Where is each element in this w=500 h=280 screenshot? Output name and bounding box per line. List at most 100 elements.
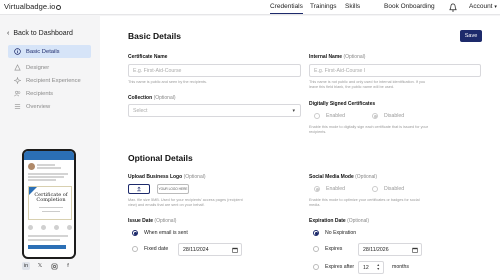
certificate-thumbnail: Certificate of Completion <box>28 186 72 220</box>
expires-date-value: 28/11/2026 <box>363 246 389 253</box>
label-text: Issue Date <box>128 218 154 224</box>
radio-icon <box>314 113 320 119</box>
radio-icon <box>313 230 319 236</box>
calendar-icon[interactable] <box>232 247 238 253</box>
collection-select-value: Select <box>133 107 148 114</box>
avatar <box>28 163 35 170</box>
issue-fixed-date-option[interactable]: Fixed date <box>132 246 168 252</box>
expires-after-value: 12 <box>363 264 369 271</box>
sparkle-icon <box>14 77 21 84</box>
label-text: Internal Name <box>309 54 343 60</box>
tab-skills[interactable]: Skills <box>345 3 360 10</box>
digital-sign-disabled-option[interactable]: Disabled <box>372 113 404 119</box>
option-label: Disabled <box>384 113 405 119</box>
preview-text-line <box>28 173 68 175</box>
sidebar-item-label: Designer <box>26 64 50 71</box>
account-menu[interactable]: Account ▾ <box>469 3 497 10</box>
optional-tag: (Optional) <box>343 54 366 60</box>
upload-logo-button[interactable] <box>128 184 150 194</box>
expiration-date-label: Expiration Date (Optional) <box>309 218 369 224</box>
certificate-name-label: Certificate Name <box>128 54 167 60</box>
back-label: Back to Dashboard <box>13 30 73 37</box>
radio-icon <box>372 113 378 119</box>
preview-platform-switcher: in 𝕏 f <box>22 262 72 270</box>
tab-trainings[interactable]: Trainings <box>310 3 337 10</box>
expires-date-input[interactable]: 28/11/2026 <box>358 243 422 256</box>
optional-tag: (Optional) <box>355 174 378 180</box>
expires-after-input[interactable]: 12 ▲ ▼ <box>358 261 384 274</box>
label-text: Social Media Mode <box>309 174 354 180</box>
sidebar-item-recipient-experience[interactable]: Recipient Experience <box>8 74 91 87</box>
bell-icon[interactable] <box>448 3 458 12</box>
preview-action-dot <box>28 225 33 230</box>
preview-text-line <box>28 239 60 241</box>
optional-tag: (Optional) <box>347 218 370 224</box>
main-content: Basic Details Save Certificate Name E.g.… <box>100 16 500 280</box>
option-label: Disabled <box>384 186 405 192</box>
facebook-icon[interactable]: f <box>64 262 72 270</box>
preview-action-dot <box>54 225 59 230</box>
save-button[interactable]: Save <box>460 30 482 42</box>
preview-header-bar <box>24 151 74 160</box>
sidebar-item-basic-details[interactable]: Basic Details <box>8 45 91 58</box>
certificate-name-hint: This name is public and seen by the reci… <box>128 80 207 84</box>
sidebar-item-recipients[interactable]: Recipients <box>8 87 91 100</box>
radio-icon <box>313 264 319 270</box>
social-mode-disabled-option[interactable]: Disabled <box>372 186 404 192</box>
expires-after-option[interactable]: Expires after <box>313 264 354 270</box>
certificate-name-input[interactable]: E.g. First-Aid-Course <box>128 64 301 77</box>
calendar-icon[interactable] <box>412 247 418 253</box>
preview-text-line <box>28 176 64 178</box>
digital-sign-enabled-option[interactable]: Enabled <box>314 113 345 119</box>
brand-name: Virtualbadge.io <box>4 2 56 11</box>
sidebar-item-designer[interactable]: Designer <box>8 61 91 74</box>
optional-tag: (Optional) <box>153 95 176 101</box>
tab-book-onboarding[interactable]: Book Onboarding <box>384 3 435 10</box>
option-label: Fixed date <box>144 246 169 252</box>
issue-date-label: Issue Date (Optional) <box>128 218 176 224</box>
palette-icon <box>14 64 21 71</box>
social-media-label: Social Media Mode (Optional) <box>309 174 377 180</box>
radio-icon <box>313 246 319 252</box>
internal-name-label: Internal Name (Optional) <box>309 54 365 60</box>
users-icon <box>14 90 21 97</box>
collection-select[interactable]: Select ▾ <box>128 104 301 117</box>
label-text: Expiration Date <box>309 218 346 224</box>
brand-logo[interactable]: Virtualbadge.io <box>4 2 62 11</box>
mobile-preview: Certificate of Completion <box>22 149 76 259</box>
instagram-icon[interactable] <box>50 262 58 270</box>
info-icon <box>14 48 21 55</box>
social-mode-enabled-option[interactable]: Enabled <box>314 186 345 192</box>
twitter-icon[interactable]: 𝕏 <box>36 262 44 270</box>
sidebar-item-overview[interactable]: Overview <box>8 100 91 113</box>
no-expiration-option[interactable]: No Expiration <box>313 230 356 236</box>
preview-text-line <box>42 211 60 212</box>
radio-icon <box>132 230 138 236</box>
linkedin-icon[interactable]: in <box>22 262 30 270</box>
expires-option[interactable]: Expires <box>313 246 342 252</box>
issue-when-sent-option[interactable]: When email is sent <box>132 230 188 236</box>
logo-mark-icon <box>56 5 62 10</box>
basic-details-title: Basic Details <box>128 31 181 41</box>
stepper-icon[interactable]: ▲ ▼ <box>377 263 380 271</box>
back-to-dashboard-link[interactable]: ‹ Back to Dashboard <box>7 30 73 37</box>
preview-text-line <box>37 164 55 166</box>
top-navigation-bar: Virtualbadge.io Credentials Trainings Sk… <box>0 0 500 15</box>
preview-action-dot <box>67 225 72 230</box>
optional-details-title: Optional Details <box>128 153 193 163</box>
option-label: Expires after <box>325 264 355 270</box>
preview-text-line <box>28 179 56 181</box>
tab-credentials[interactable]: Credentials <box>270 3 303 14</box>
preview-action-row <box>28 225 72 230</box>
preview-action-dot <box>41 225 46 230</box>
label-text: Certificate Name <box>128 54 168 60</box>
issue-date-input[interactable]: 28/11/2024 <box>178 243 242 256</box>
option-label: No Expiration <box>325 230 357 236</box>
internal-name-input[interactable]: E.g. First-Aid-Course I <box>309 64 481 77</box>
certificate-title: Certificate of Completion <box>29 193 73 203</box>
preview-text-line <box>28 235 68 237</box>
radio-icon <box>314 186 320 192</box>
internal-name-hint: This name is not public and only used fo… <box>309 80 426 89</box>
collection-label: Collection (Optional) <box>128 95 176 101</box>
digital-sign-hint: Enable this mode to digitally sign each … <box>309 125 429 134</box>
